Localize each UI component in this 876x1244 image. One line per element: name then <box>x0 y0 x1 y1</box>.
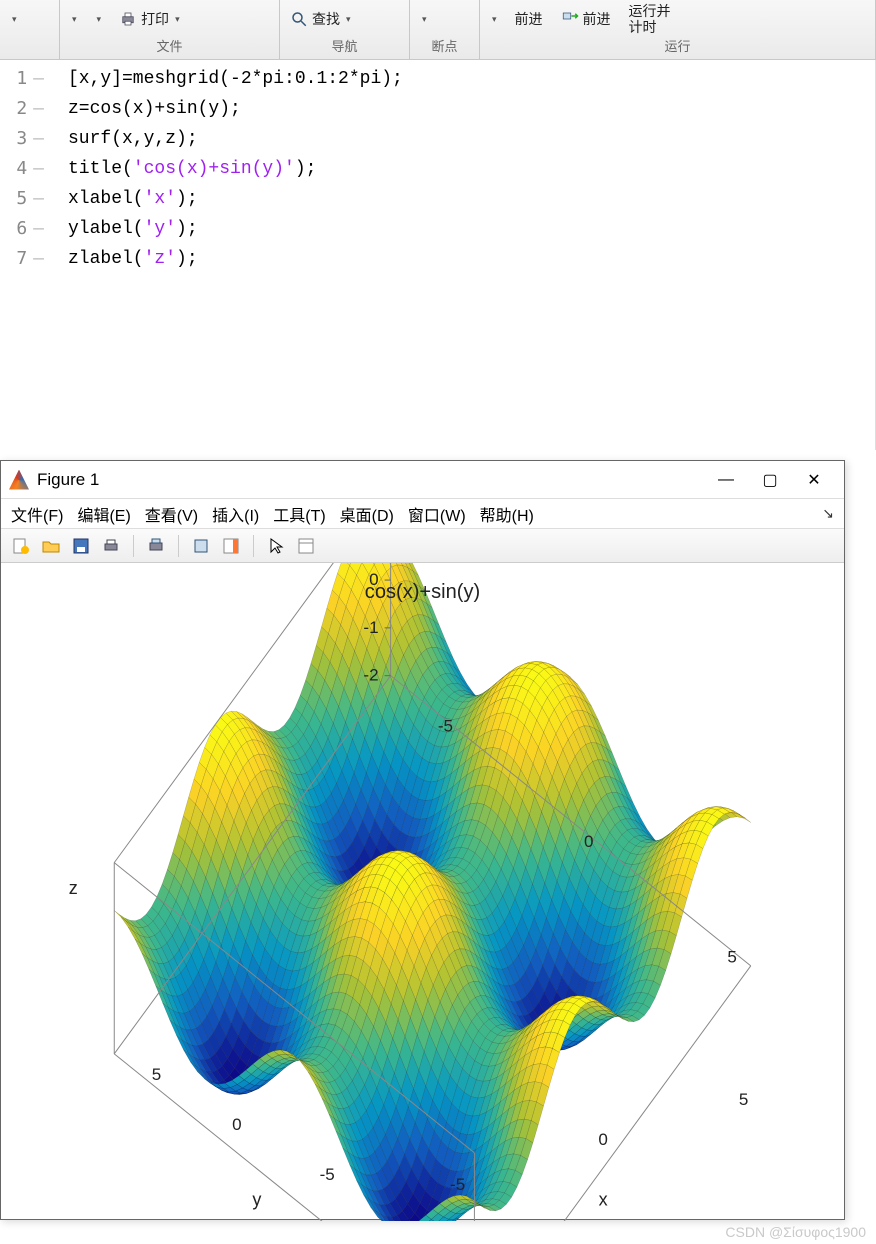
menu-item[interactable]: 查看(V) <box>145 502 198 526</box>
ribbon-dd-1[interactable]: ▾ <box>6 12 21 27</box>
surface-plot: -2-1012-50550-5-505zyxcos(x)+sin(y) <box>1 563 844 1221</box>
menu-item[interactable]: 帮助(H) <box>480 502 534 526</box>
run-advance-button[interactable]: 前进 <box>511 9 547 29</box>
svg-text:-5: -5 <box>438 716 453 735</box>
maximize-button[interactable]: ▢ <box>748 465 792 495</box>
pointer-button[interactable] <box>264 534 288 558</box>
menu-item[interactable]: 窗口(W) <box>408 502 466 526</box>
step-fwd-label: 前进 <box>583 9 611 29</box>
ribbon-dd-3[interactable]: ▾ <box>91 12 106 27</box>
figure-toolbar <box>1 529 844 563</box>
figure-title: Figure 1 <box>37 470 99 490</box>
figure-window: Figure 1 — ▢ ✕ 文件(F) 编辑(E) 查看(V) 插入(I) 工具(T)… <box>0 460 845 1220</box>
menu-item[interactable]: 桌面(D) <box>340 502 394 526</box>
new-doc-icon <box>12 537 30 555</box>
step-fwd-button[interactable]: 前进 <box>557 7 615 31</box>
ribbon: ▾ ▾ ▾ 打印 ▾ 文件 查找 ▾ 导航 ▾ 断点 ▾ <box>0 0 876 60</box>
search-icon <box>290 10 308 28</box>
svg-text:5: 5 <box>152 1065 161 1084</box>
menu-item[interactable]: 文件(F) <box>11 502 63 526</box>
svg-text:y: y <box>252 1189 261 1209</box>
cursor-icon <box>267 537 285 555</box>
svg-text:0: 0 <box>598 1130 607 1149</box>
printer-icon <box>102 537 120 555</box>
minimize-button[interactable]: — <box>704 465 748 495</box>
svg-text:5: 5 <box>739 1090 748 1109</box>
save-icon <box>72 537 90 555</box>
line-gutter: 1—2—3—4—5—6—7— <box>0 60 48 450</box>
svg-text:z: z <box>69 878 78 898</box>
ribbon-dd-2[interactable]: ▾ <box>66 12 81 27</box>
find-label: 查找 <box>312 9 340 29</box>
figure-titlebar[interactable]: Figure 1 — ▢ ✕ <box>1 461 844 499</box>
group-run-label: 运行 <box>486 38 869 56</box>
step-icon <box>561 10 579 28</box>
new-fig-button[interactable] <box>9 534 33 558</box>
save-button[interactable] <box>69 534 93 558</box>
group-file-label: 文件 <box>66 38 273 56</box>
find-button[interactable]: 查找 ▾ <box>286 7 355 31</box>
group-break-label: 断点 <box>416 38 473 56</box>
group-spacer <box>6 38 53 56</box>
rect-icon <box>192 537 210 555</box>
colorbar-icon <box>222 537 240 555</box>
dock-icon[interactable]: ↘ <box>822 505 834 522</box>
code-area[interactable]: [x,y]=meshgrid(-2*pi:0.1:2*pi);z=cos(x)+… <box>48 60 875 450</box>
svg-text:-1: -1 <box>363 618 378 637</box>
folder-open-icon <box>42 537 60 555</box>
print-preview-icon <box>147 537 165 555</box>
menu-item[interactable]: 工具(T) <box>273 502 325 526</box>
matlab-icon <box>9 470 29 490</box>
menu-item[interactable]: 插入(I) <box>212 502 259 526</box>
svg-text:-5: -5 <box>320 1165 335 1184</box>
group-nav-label: 导航 <box>286 38 403 56</box>
panel-icon <box>297 537 315 555</box>
svg-text:5: 5 <box>727 947 736 966</box>
svg-text:0: 0 <box>584 832 593 851</box>
svg-text:-5: -5 <box>450 1175 465 1194</box>
print-fig-button[interactable] <box>99 534 123 558</box>
run-time-button[interactable]: 运行并 计时 <box>625 1 675 37</box>
run-dd-1[interactable]: ▾ <box>486 12 501 27</box>
ploteditor-button[interactable] <box>294 534 318 558</box>
svg-text:-2: -2 <box>363 666 378 685</box>
figure-canvas[interactable]: -2-1012-50550-5-505zyxcos(x)+sin(y) <box>1 563 844 1219</box>
printer-icon <box>119 10 137 28</box>
code-editor[interactable]: 1—2—3—4—5—6—7— [x,y]=meshgrid(-2*pi:0.1:… <box>0 60 876 450</box>
print-button[interactable]: 打印 ▾ <box>115 7 184 31</box>
run-advance-label: 前进 <box>515 11 543 27</box>
svg-text:0: 0 <box>232 1115 241 1134</box>
print-label: 打印 <box>141 9 169 29</box>
watermark: CSDN @Σίσυφος1900 <box>725 1224 866 1240</box>
datacursor-button[interactable] <box>189 534 213 558</box>
breakpoints-dd[interactable]: ▾ <box>416 12 431 27</box>
open-button[interactable] <box>39 534 63 558</box>
svg-text:x: x <box>599 1189 608 1209</box>
menu-item[interactable]: 编辑(E) <box>77 502 130 526</box>
run-time-label: 运行并 计时 <box>629 3 671 35</box>
print-preview-button[interactable] <box>144 534 168 558</box>
colorbar-button[interactable] <box>219 534 243 558</box>
close-button[interactable]: ✕ <box>792 465 836 495</box>
svg-text:cos(x)+sin(y): cos(x)+sin(y) <box>365 581 480 603</box>
figure-menubar: 文件(F) 编辑(E) 查看(V) 插入(I) 工具(T) 桌面(D) 窗口(W) 帮助(H)… <box>1 499 844 529</box>
